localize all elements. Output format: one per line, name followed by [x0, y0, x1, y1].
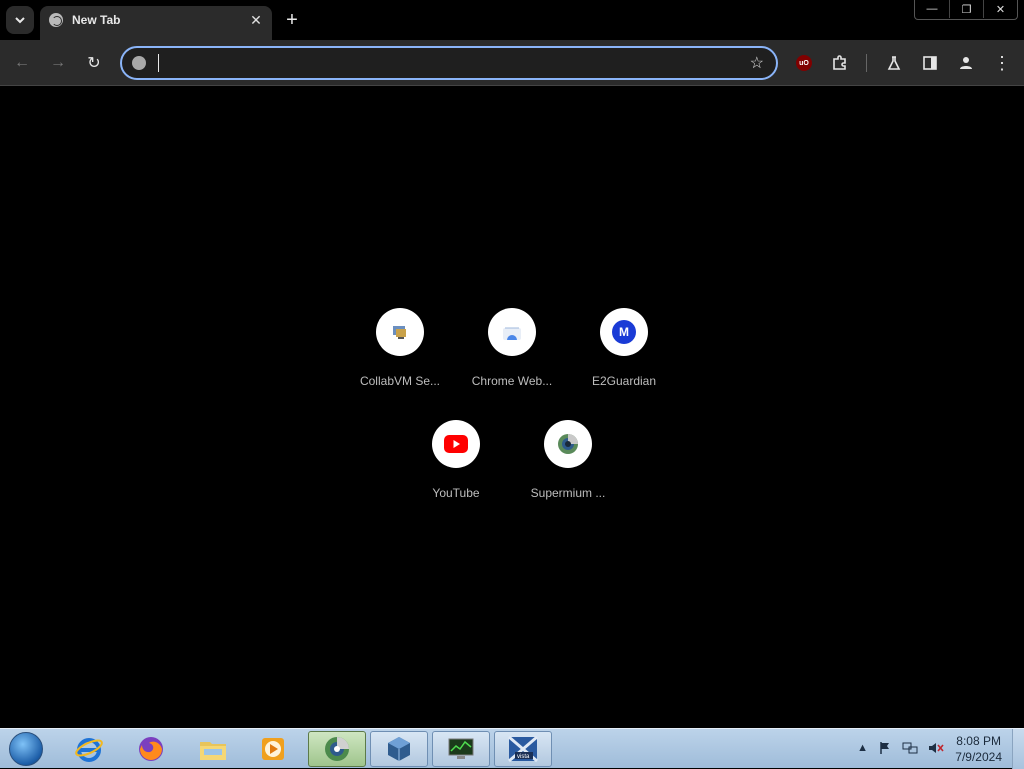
address-bar[interactable]: ☆ — [120, 46, 778, 80]
tab-close-button[interactable]: ✕ — [246, 10, 266, 30]
taskbar-file-explorer[interactable] — [184, 731, 242, 767]
system-tray: ▲ — [857, 741, 944, 755]
shortcut-youtube[interactable]: YouTube — [401, 420, 511, 500]
shortcut-chrome-web-store[interactable]: Chrome Web... — [457, 308, 567, 388]
back-button[interactable]: ← — [10, 51, 34, 75]
labs-flask-icon[interactable] — [882, 51, 906, 75]
chrome-globe-icon — [49, 13, 63, 27]
firefox-icon — [139, 737, 163, 761]
e2guardian-letter: M — [612, 320, 636, 344]
minimize-button[interactable]: — — [915, 0, 949, 18]
shortcut-label: Supermium ... — [530, 486, 606, 500]
taskbar-firefox[interactable] — [122, 731, 180, 767]
taskbar-virtualbox[interactable] — [370, 731, 428, 767]
shortcut-supermium[interactable]: Supermium ... — [513, 420, 623, 500]
supermium-icon — [544, 420, 592, 468]
taskbar-media-player[interactable] — [244, 731, 302, 767]
media-player-icon — [262, 738, 284, 760]
browser-toolbar: ← → ↻ ☆ uO ⋮ — [0, 40, 1024, 86]
taskbar-supermium[interactable] — [308, 731, 366, 767]
profile-avatar-icon[interactable] — [954, 51, 978, 75]
shortcut-e2guardian[interactable]: M E2Guardian — [569, 308, 679, 388]
clock-date: 7/9/2024 — [955, 750, 1002, 764]
internet-explorer-icon — [75, 738, 103, 762]
action-center-flag-icon[interactable] — [878, 741, 892, 755]
shortcut-label: E2Guardian — [591, 374, 657, 388]
taskbar-task-manager[interactable] — [432, 731, 490, 767]
collabvm-icon — [376, 308, 424, 356]
monitor-chart-icon — [448, 738, 474, 759]
restore-button[interactable]: ❐ — [949, 0, 983, 18]
virtualbox-icon — [388, 737, 410, 761]
reload-button[interactable]: ↻ — [82, 51, 106, 75]
menu-kebab-icon[interactable]: ⋮ — [990, 51, 1014, 75]
browser-window: New Tab ✕ + — ❐ ✕ ← → ↻ ☆ uO ⋮ CollabVM … — [0, 0, 1024, 728]
forward-button[interactable]: → — [46, 51, 70, 75]
youtube-icon — [432, 420, 480, 468]
show-hidden-icons[interactable]: ▲ — [857, 742, 868, 754]
site-info-icon[interactable] — [132, 56, 146, 70]
volume-muted-icon[interactable] — [928, 741, 944, 755]
shortcut-label: YouTube — [432, 486, 480, 500]
tab-title: New Tab — [72, 13, 121, 27]
show-desktop-button[interactable] — [1012, 729, 1024, 769]
chrome-web-store-icon — [488, 308, 536, 356]
supermium-icon — [325, 737, 349, 761]
tab-new-tab[interactable]: New Tab ✕ — [40, 6, 272, 40]
svg-text:vista: vista — [517, 754, 530, 760]
tab-search-button[interactable] — [6, 6, 34, 34]
text-caret — [158, 54, 159, 72]
tab-strip: New Tab ✕ + — ❐ ✕ — [0, 0, 1024, 40]
window-controls: — ❐ ✕ — [914, 0, 1018, 20]
shortcut-collabvm[interactable]: CollabVM Se... — [345, 308, 455, 388]
e2guardian-icon: M — [600, 308, 648, 356]
side-panel-icon[interactable] — [918, 51, 942, 75]
network-icon[interactable] — [902, 741, 918, 755]
ublock-origin-icon[interactable]: uO — [796, 55, 812, 71]
windows-taskbar: vista ▲ 8:08 PM 7/9/2024 — [0, 728, 1024, 769]
bookmark-star-icon[interactable]: ☆ — [750, 53, 764, 73]
toolbar-separator — [866, 54, 867, 72]
shortcut-label: CollabVM Se... — [359, 374, 441, 388]
chevron-down-icon — [15, 17, 25, 24]
shortcut-label: Chrome Web... — [471, 374, 553, 388]
taskbar-vista-app[interactable]: vista — [494, 731, 552, 767]
vista-icon: vista — [508, 735, 538, 763]
clock-time: 8:08 PM — [956, 734, 1001, 748]
start-button[interactable] — [6, 731, 46, 767]
taskbar-internet-explorer[interactable] — [60, 731, 118, 767]
extensions-puzzle-icon[interactable] — [828, 51, 852, 75]
system-clock[interactable]: 8:08 PM 7/9/2024 — [955, 733, 1002, 765]
folder-icon — [200, 742, 226, 760]
close-window-button[interactable]: ✕ — [983, 0, 1017, 18]
windows-logo-icon — [9, 732, 43, 766]
new-tab-button[interactable]: + — [280, 8, 304, 32]
